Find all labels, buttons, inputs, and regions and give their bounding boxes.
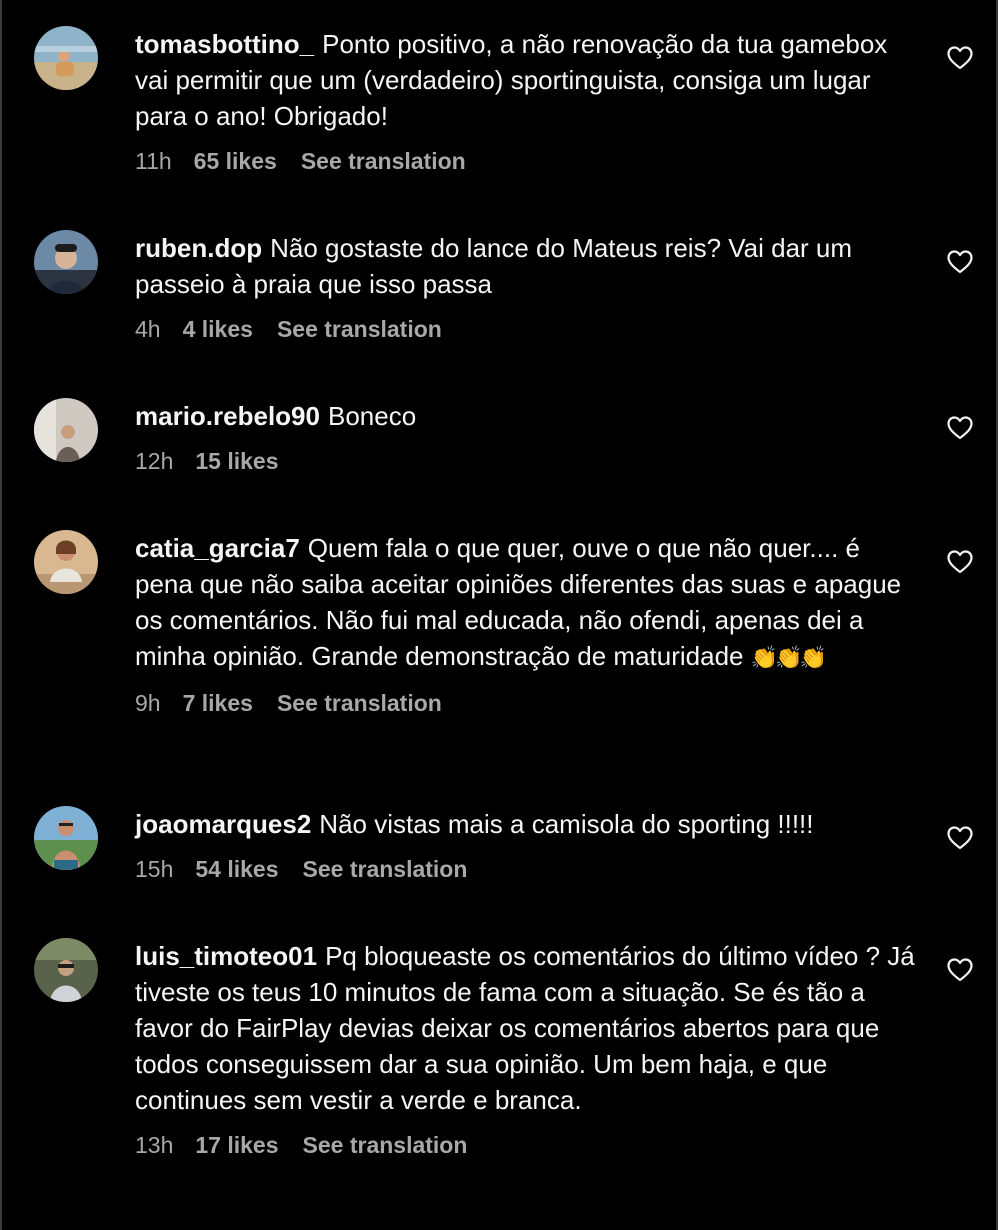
comment-meta: 4h 4 likes See translation <box>135 314 925 344</box>
comment-text: joaomarques2 Não vistas mais a camisola d… <box>135 806 925 842</box>
comment-text: catia_garcia7 Quem fala o que quer, ouve … <box>135 530 925 676</box>
window-edge-left <box>0 0 2 1230</box>
comment-username[interactable]: joaomarques2 <box>135 809 311 839</box>
heart-outline-icon[interactable] <box>947 46 973 70</box>
comment-body: Não vistas mais a camisola do sporting !… <box>319 809 814 839</box>
see-translation-button[interactable]: See translation <box>301 148 466 174</box>
comment-meta: 13h 17 likes See translation <box>135 1130 925 1160</box>
comment-text: tomasbottino_ Ponto positivo, a não renov… <box>135 26 925 134</box>
avatar[interactable] <box>34 938 98 1002</box>
comment-time: 15h <box>135 856 174 882</box>
comment-username[interactable]: ruben.dop <box>135 233 262 263</box>
comment-username[interactable]: tomasbottino_ <box>135 29 314 59</box>
comment-time: 12h <box>135 448 174 474</box>
comment-time: 13h <box>135 1132 174 1158</box>
comment-time: 4h <box>135 316 161 342</box>
comment-username[interactable]: mario.rebelo90 <box>135 401 320 431</box>
comment-likes[interactable]: 65 likes <box>194 148 277 174</box>
avatar[interactable] <box>34 26 98 90</box>
heart-outline-icon[interactable] <box>947 250 973 274</box>
comment-likes[interactable]: 15 likes <box>195 448 278 474</box>
comment-text: ruben.dop Não gostaste do lance do Mateus… <box>135 230 925 302</box>
comment-likes[interactable]: 7 likes <box>183 690 253 716</box>
comment-meta: 12h 15 likes <box>135 446 925 476</box>
see-translation-button[interactable]: See translation <box>303 856 468 882</box>
see-translation-button[interactable]: See translation <box>277 690 442 716</box>
comment-meta: 9h 7 likes See translation <box>135 688 925 718</box>
heart-outline-icon[interactable] <box>947 826 973 850</box>
comment-time: 11h <box>135 148 172 174</box>
avatar[interactable] <box>34 230 98 294</box>
avatar[interactable] <box>34 806 98 870</box>
clapping-hands-emoji: 👏👏👏 <box>750 645 827 670</box>
see-translation-button[interactable]: See translation <box>303 1132 468 1158</box>
comment-meta: 15h 54 likes See translation <box>135 854 925 884</box>
heart-outline-icon[interactable] <box>947 416 973 440</box>
heart-outline-icon[interactable] <box>947 958 973 982</box>
avatar[interactable] <box>34 398 98 462</box>
comment-meta: 11h 65 likes See translation <box>135 146 925 176</box>
comment-likes[interactable]: 17 likes <box>195 1132 278 1158</box>
see-translation-button[interactable]: See translation <box>277 316 442 342</box>
heart-outline-icon[interactable] <box>947 550 973 574</box>
comment-time: 9h <box>135 690 161 716</box>
comment-likes[interactable]: 54 likes <box>195 856 278 882</box>
comment-text: mario.rebelo90 Boneco <box>135 398 925 434</box>
comment-username[interactable]: luis_timoteo01 <box>135 941 317 971</box>
comment-username[interactable]: catia_garcia7 <box>135 533 300 563</box>
avatar[interactable] <box>34 530 98 594</box>
comment-likes[interactable]: 4 likes <box>183 316 253 342</box>
comment-body: Boneco <box>327 401 417 431</box>
comment-text: luis_timoteo01 Pq bloqueaste os comentári… <box>135 938 925 1118</box>
